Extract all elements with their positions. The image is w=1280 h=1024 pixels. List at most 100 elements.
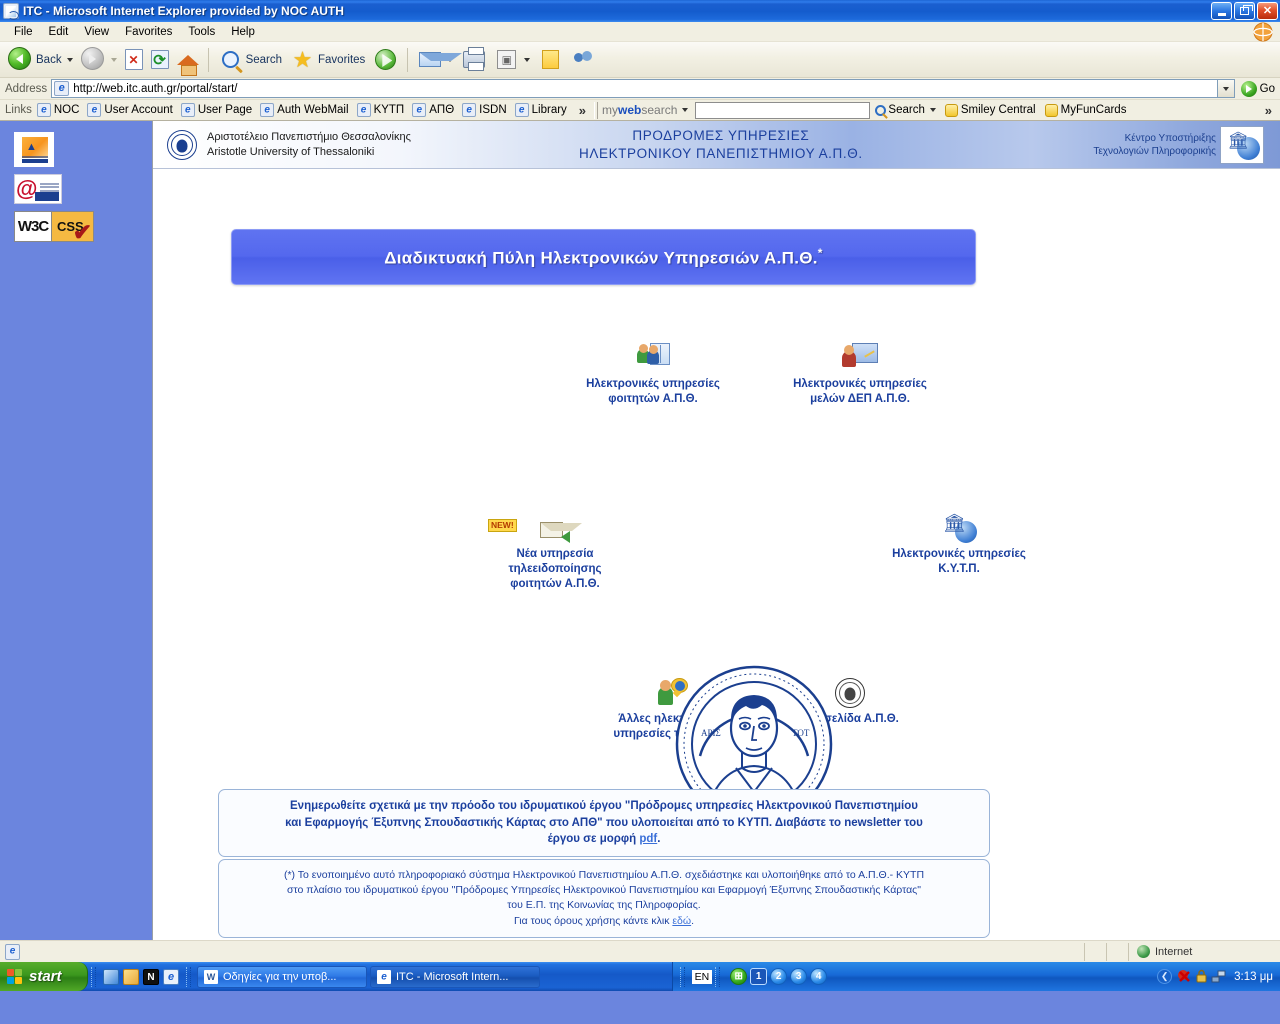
menu-item-file[interactable]: File [6,24,41,40]
folder-icon[interactable] [123,968,139,985]
taskbar-grip[interactable] [186,966,191,987]
mywebsearch-input[interactable] [695,101,871,119]
pdf-link[interactable]: pdf [639,833,657,845]
kytp-logo-icon[interactable]: 🏛 [1220,125,1264,164]
network-icon[interactable] [1211,969,1226,984]
mywebsearch-search-dropdown-icon[interactable] [929,108,936,112]
desktop-button-3[interactable]: 3 [790,968,808,985]
home-button[interactable] [173,44,203,76]
link-kytp[interactable]: ΚΥΤΠ [356,103,404,117]
link-label: ISDN [479,104,507,116]
link-auth-webmail[interactable]: Auth WebMail [260,103,349,117]
portal-banner: Διαδικτυακή Πύλη Ηλεκτρονικών Υπηρεσιών … [231,229,976,285]
star-icon: ★ [292,46,313,72]
minimize-button[interactable] [1211,2,1232,20]
link-label: User Page [197,104,253,116]
mywebsearch-overflow-button[interactable]: » [1261,103,1276,118]
refresh-button[interactable] [147,44,173,76]
window-titlebar[interactable]: ITC - Microsoft Internet Explorer provid… [0,0,1280,22]
clock[interactable]: 3:13 μμ [1234,971,1273,983]
edit-button[interactable] [490,44,534,76]
links-bar: Links NOC User Account User Page Auth We… [0,100,1280,121]
desktop-button-1[interactable]: 1 [750,968,768,985]
service-link-notification[interactable]: NEW! Νέα υπηρεσία τηλεειδοποίησης φοιτητ… [470,509,640,592]
antivirus-icon[interactable] [1177,969,1192,984]
terms-link[interactable]: εδώ [672,915,691,927]
address-dropdown-button[interactable] [1217,79,1235,98]
stop-button[interactable] [121,44,147,76]
operational-programme-badge[interactable]: ▲ [14,132,152,167]
favicon-icon [180,103,195,117]
restore-button[interactable] [1234,2,1255,20]
mywebsearch-dropdown-icon[interactable] [682,108,689,112]
edit-dropdown-icon[interactable] [524,57,531,62]
myfuncards-button[interactable]: MyFunCards [1044,103,1126,117]
mywebsearch-logo[interactable]: mywebsearch [602,103,677,117]
w3c-css-badge[interactable]: W3C CSS ✔ [14,211,152,244]
mywebsearch-search-button[interactable]: Search [875,104,925,116]
start-label: start [29,968,62,985]
back-dropdown-icon[interactable] [66,57,73,62]
desktop-switcher-icon[interactable]: ⊞ [730,968,748,985]
quicklaunch-grip[interactable] [91,966,96,987]
page-content: Αριστοτέλειο Πανεπιστήμιο Θεσσαλονίκης A… [152,121,1280,940]
address-input[interactable]: http://web.itc.auth.gr/portal/start/ [51,79,1218,98]
favorites-button[interactable]: ★ Favorites [286,44,369,76]
close-button[interactable]: ✕ [1257,2,1278,20]
link-apth[interactable]: ΑΠΘ [412,103,454,117]
menu-item-tools[interactable]: Tools [180,24,223,40]
smiley-icon [944,103,958,117]
svg-text:ΤΟΤ: ΤΟΤ [792,728,810,738]
task-button-ie[interactable]: ITC - Microsoft Intern... [370,965,540,988]
discuss-button[interactable] [534,44,567,76]
virtual-desktop-switcher: ⊞ 1 2 3 4 [730,968,828,985]
back-button[interactable]: Back [4,44,77,76]
media-button[interactable] [369,44,402,76]
start-button[interactable]: start [0,962,88,991]
menu-item-help[interactable]: Help [223,24,263,40]
smiley-central-button[interactable]: Smiley Central [944,103,1036,117]
show-hidden-icons-button[interactable]: ❮ [1157,969,1173,984]
forward-button[interactable] [77,44,121,76]
go-button[interactable]: Go [1240,80,1275,97]
link-isdn[interactable]: ISDN [462,103,507,117]
menu-item-view[interactable]: View [76,24,117,40]
forward-dropdown-icon[interactable] [110,57,117,62]
menu-item-favorites[interactable]: Favorites [117,24,180,40]
label-line-1: Ηλεκτρονικές υπηρεσίες [892,548,1026,560]
search-button[interactable]: Search [214,44,286,76]
desktop-button-4[interactable]: 4 [810,968,828,985]
tray-grip[interactable] [679,966,685,987]
notes-icon[interactable]: N [143,968,159,985]
service-link-faculty[interactable]: Ηλεκτρονικές υπηρεσίες μελών ΔΕΠ Α.Π.Θ. [775,339,945,407]
internet-explorer-icon[interactable] [3,3,19,20]
desktop-switcher-grip[interactable] [715,966,721,987]
browser-toolbar: Back Search ★ Favorites [0,42,1280,78]
faculty-icon [775,339,945,373]
link-user-page[interactable]: User Page [180,103,253,117]
link-user-account[interactable]: User Account [87,103,173,117]
toolbar-grip[interactable] [594,101,599,119]
mail-button[interactable] [413,44,462,76]
service-link-students[interactable]: Ηλεκτρονικές υπηρεσίες φοιτητών Α.Π.Θ. [568,339,738,407]
email-badge[interactable]: @ [14,174,152,204]
label-line-2: φοιτητών Α.Π.Θ. [608,392,698,405]
internet-explorer-icon[interactable]: e [163,968,179,985]
menu-item-edit[interactable]: Edit [41,24,77,40]
print-button[interactable] [457,44,490,76]
desktop-button-2[interactable]: 2 [770,968,788,985]
link-library[interactable]: Library [514,103,567,117]
links-overflow-button[interactable]: » [575,103,590,118]
security-lock-icon[interactable] [1194,969,1209,984]
favicon-icon [462,103,477,117]
link-noc[interactable]: NOC [36,103,79,117]
service-link-kytp[interactable]: 🏛 Ηλεκτρονικές υπηρεσίες Κ.Υ.Τ.Π. [874,509,1044,577]
security-zone[interactable]: Internet [1128,942,1278,961]
language-indicator[interactable]: EN [691,969,713,984]
footnote-line-1: (*) Το ενοποιημένο αυτό πληροφοριακό σύσ… [283,869,925,881]
messenger-button[interactable] [567,44,600,76]
smiley-central-label: Smiley Central [960,104,1036,116]
show-desktop-icon[interactable] [103,968,119,985]
toolbar-separator [207,47,209,72]
task-button-word[interactable]: Οδηγίες για την υποβ... [197,965,367,988]
